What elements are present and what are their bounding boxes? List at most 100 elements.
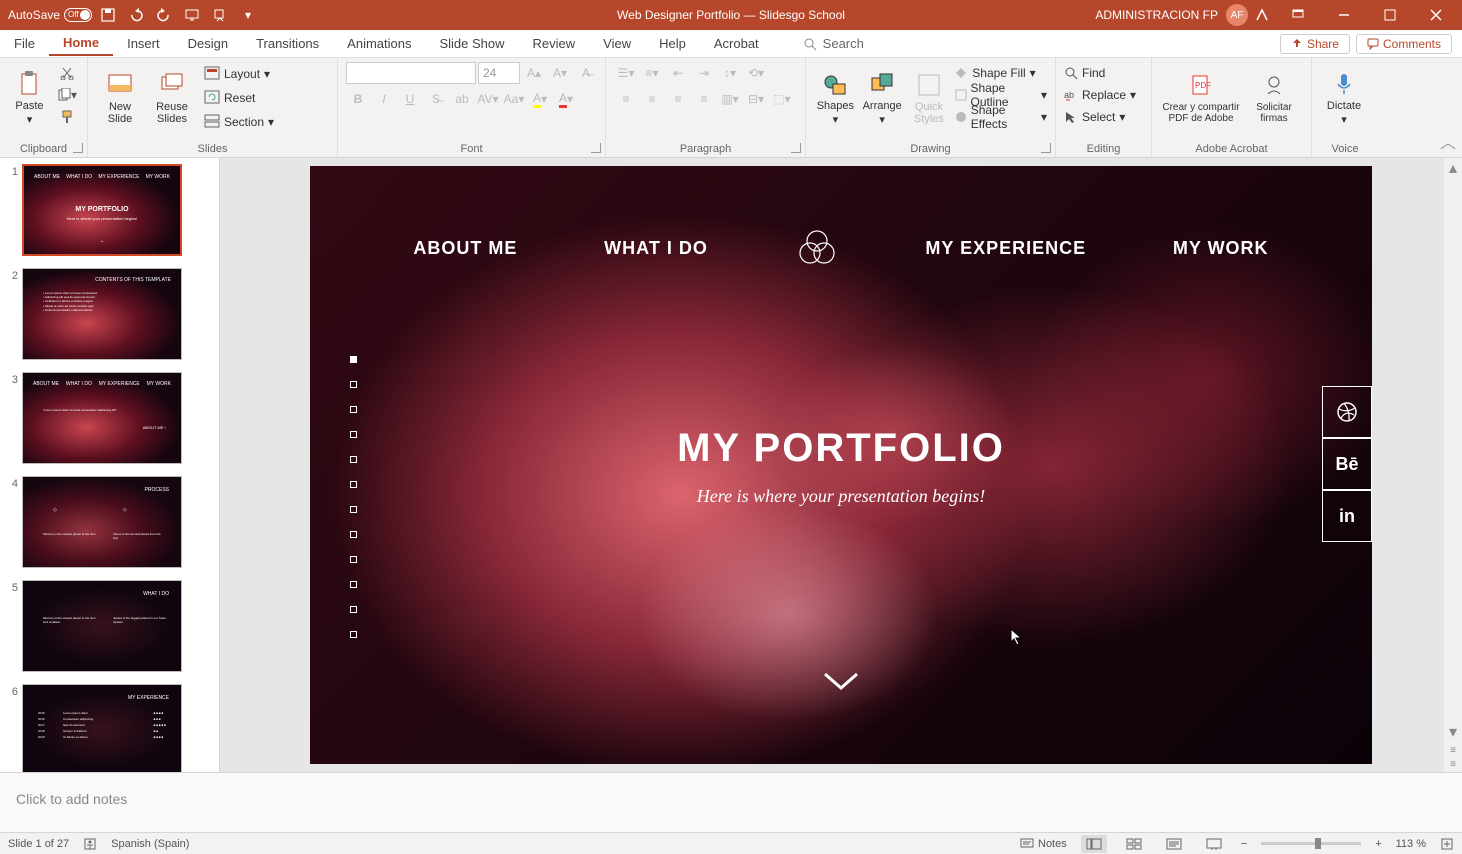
tab-file[interactable]: File — [0, 32, 49, 55]
drawing-dialog-launcher[interactable] — [1041, 143, 1051, 153]
slide-subtitle[interactable]: Here is where your presentation begins! — [310, 486, 1372, 507]
vertical-scrollbar[interactable]: ▴ ▾ ≡ ≡ — [1444, 158, 1462, 772]
save-icon[interactable] — [96, 3, 120, 27]
solicitar-firmas-button[interactable]: Solicitar firmas — [1246, 62, 1302, 134]
select-button[interactable]: Select ▾ — [1064, 106, 1125, 128]
slide-thumbnail[interactable]: CONTENTS OF THIS TEMPLATE • Lorem ipsum … — [22, 268, 182, 360]
slide-thumbnail-panel[interactable]: 1 ABOUT MEWHAT I DOMY EXPERIENCEMY WORK … — [0, 158, 220, 772]
redo-icon[interactable] — [152, 3, 176, 27]
arrange-button[interactable]: Arrange▾ — [861, 62, 904, 134]
coming-soon-icon[interactable] — [1250, 3, 1274, 27]
decrease-font-icon[interactable]: A▾ — [548, 62, 572, 84]
behance-icon[interactable]: Bē — [1322, 438, 1372, 490]
zoom-out-button[interactable]: − — [1241, 838, 1247, 850]
tab-insert[interactable]: Insert — [113, 32, 174, 55]
smartart-icon[interactable]: ⬚▾ — [770, 88, 794, 110]
undo-icon[interactable] — [124, 3, 148, 27]
reading-view-icon[interactable] — [1161, 835, 1187, 853]
format-painter-icon[interactable] — [55, 106, 79, 128]
chevron-down-icon[interactable] — [821, 670, 861, 694]
paste-button[interactable]: Paste ▾ — [8, 62, 51, 134]
qat-more-icon[interactable] — [208, 3, 232, 27]
tab-acrobat[interactable]: Acrobat — [700, 32, 773, 55]
new-slide-button[interactable]: New Slide — [96, 62, 144, 134]
replace-button[interactable]: abReplace ▾ — [1064, 84, 1136, 106]
zoom-slider[interactable] — [1261, 842, 1361, 845]
dribbble-icon[interactable] — [1322, 386, 1372, 438]
notes-pane[interactable]: Click to add notes — [0, 772, 1462, 832]
align-text-icon[interactable]: ⊟▾ — [744, 88, 768, 110]
justify-icon[interactable]: ≡ — [692, 88, 716, 110]
char-spacing-icon[interactable]: AV▾ — [476, 88, 500, 110]
line-spacing-icon[interactable]: ↕▾ — [718, 62, 742, 84]
highlight-icon[interactable]: A▾ — [528, 88, 552, 110]
tab-slideshow[interactable]: Slide Show — [425, 32, 518, 55]
slide-sorter-view-icon[interactable] — [1121, 835, 1147, 853]
change-case-icon[interactable]: Aa▾ — [502, 88, 526, 110]
comments-button[interactable]: Comments — [1356, 34, 1452, 54]
italic-button[interactable]: I — [372, 88, 396, 110]
reuse-slides-button[interactable]: Reuse Slides — [148, 62, 196, 134]
font-dialog-launcher[interactable] — [591, 143, 601, 153]
tab-transitions[interactable]: Transitions — [242, 32, 333, 55]
tab-design[interactable]: Design — [174, 32, 242, 55]
slide-counter[interactable]: Slide 1 of 27 — [8, 838, 69, 850]
nav-work[interactable]: MY WORK — [1173, 238, 1269, 259]
normal-view-icon[interactable] — [1081, 835, 1107, 853]
tab-view[interactable]: View — [589, 32, 645, 55]
ribbon-display-icon[interactable] — [1276, 0, 1320, 30]
increase-indent-icon[interactable]: ⇥ — [692, 62, 716, 84]
font-color-icon[interactable]: A▾ — [554, 88, 578, 110]
tab-home[interactable]: Home — [49, 31, 113, 56]
shadow-button[interactable]: ab — [450, 88, 474, 110]
font-size-input[interactable] — [478, 62, 520, 84]
shapes-button[interactable]: Shapes▾ — [814, 62, 857, 134]
underline-button[interactable]: U — [398, 88, 422, 110]
slide-canvas[interactable]: ABOUT ME WHAT I DO MY EXPERIENCE MY WORK… — [220, 158, 1462, 772]
accessibility-icon[interactable] — [83, 837, 97, 851]
slide-thumbnail[interactable]: PROCESS ◇ ◇ Mercury is the closest plane… — [22, 476, 182, 568]
bullets-icon[interactable]: ☰▾ — [614, 62, 638, 84]
copy-icon[interactable]: ▾ — [55, 84, 79, 106]
align-center-icon[interactable]: ≡ — [640, 88, 664, 110]
layout-button[interactable]: Layout▾ — [200, 62, 278, 86]
nav-experience[interactable]: MY EXPERIENCE — [925, 238, 1086, 259]
minimize-button[interactable] — [1322, 0, 1366, 30]
tab-review[interactable]: Review — [519, 32, 590, 55]
clipboard-dialog-launcher[interactable] — [73, 143, 83, 153]
section-button[interactable]: Section▾ — [200, 110, 278, 134]
numbering-icon[interactable]: ≡▾ — [640, 62, 664, 84]
cut-icon[interactable] — [55, 62, 79, 84]
nav-about[interactable]: ABOUT ME — [413, 238, 517, 259]
slide-thumbnail[interactable]: WHAT I DO Mercury is the closest planet … — [22, 580, 182, 672]
nav-whatido[interactable]: WHAT I DO — [604, 238, 708, 259]
present-from-beginning-icon[interactable] — [180, 3, 204, 27]
create-share-pdf-button[interactable]: PDF Crear y compartir PDF de Adobe — [1160, 62, 1242, 134]
tab-help[interactable]: Help — [645, 32, 700, 55]
account-name[interactable]: ADMINISTRACION FP — [1095, 8, 1218, 22]
autosave-toggle[interactable]: AutoSave Off — [8, 8, 92, 22]
tell-me-search[interactable]: Search — [803, 36, 864, 51]
reset-button[interactable]: Reset — [200, 86, 278, 110]
columns-icon[interactable]: ▥▾ — [718, 88, 742, 110]
paragraph-dialog-launcher[interactable] — [791, 143, 801, 153]
qat-customize-icon[interactable]: ▾ — [236, 3, 260, 27]
notes-toggle[interactable]: Notes — [1020, 838, 1067, 850]
collapse-ribbon-icon[interactable]: ︿ — [1440, 129, 1456, 153]
align-right-icon[interactable]: ≡ — [666, 88, 690, 110]
slide-thumbnail[interactable]: ABOUT MEWHAT I DOMY EXPERIENCEMY WORK "L… — [22, 372, 182, 464]
fit-to-window-icon[interactable] — [1440, 837, 1454, 851]
zoom-level[interactable]: 113 % — [1396, 838, 1426, 850]
language-status[interactable]: Spanish (Spain) — [111, 838, 189, 850]
maximize-button[interactable] — [1368, 0, 1412, 30]
clear-formatting-icon[interactable]: A̶ — [574, 62, 598, 84]
slide-thumbnail[interactable]: MY EXPERIENCE 20152016201720182019 Lorem… — [22, 684, 182, 772]
text-direction-icon[interactable]: ⟲▾ — [744, 62, 768, 84]
decrease-indent-icon[interactable]: ⇤ — [666, 62, 690, 84]
align-left-icon[interactable]: ≡ — [614, 88, 638, 110]
close-button[interactable] — [1414, 0, 1458, 30]
slide-thumbnail[interactable]: ABOUT MEWHAT I DOMY EXPERIENCEMY WORK MY… — [22, 164, 182, 256]
strikethrough-button[interactable]: S̶ — [424, 88, 448, 110]
slideshow-view-icon[interactable] — [1201, 835, 1227, 853]
slide-title[interactable]: MY PORTFOLIO — [310, 426, 1372, 471]
